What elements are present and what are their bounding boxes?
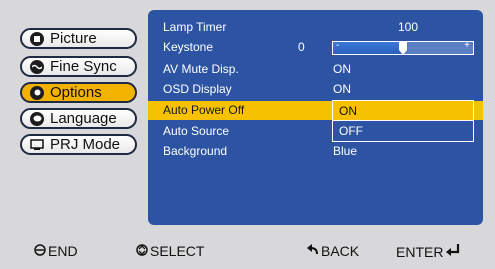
slider-plus-label: + — [464, 40, 470, 51]
end-icon — [34, 243, 46, 259]
hint-select: SELECT — [136, 243, 204, 259]
tab-picture-label: Picture — [50, 30, 97, 47]
background-value: Blue — [333, 144, 358, 158]
row-auto-source[interactable]: Auto Source — [148, 122, 483, 141]
hint-back: BACK — [307, 243, 359, 259]
tab-picture[interactable]: Picture — [20, 28, 137, 49]
picture-icon — [30, 31, 44, 46]
options-icon — [30, 85, 44, 100]
back-arrow-icon — [307, 243, 319, 259]
hint-enter-label: ENTER — [396, 243, 444, 260]
tab-language[interactable]: Language — [20, 108, 137, 129]
osd-menu-frame: Picture Fine Sync Options Language PRJ M… — [0, 0, 495, 269]
slider-thumb[interactable] — [399, 41, 407, 55]
keystone-slider[interactable]: - + — [332, 40, 474, 55]
row-background[interactable]: Background Blue — [148, 142, 483, 161]
hint-end-label: END — [48, 243, 78, 259]
hint-enter: ENTER — [396, 243, 460, 260]
auto-source-label: Auto Source — [163, 124, 230, 138]
lamp-timer-value: 100 — [398, 20, 419, 34]
auto-power-off-label: Auto Power Off — [163, 103, 245, 117]
osd-display-value: ON — [333, 82, 351, 96]
tab-options-label: Options — [50, 84, 102, 101]
enter-arrow-icon — [446, 243, 460, 260]
keystone-slider-fill — [333, 42, 403, 54]
tab-options[interactable]: Options — [20, 82, 137, 103]
select-icon — [136, 243, 148, 259]
row-osd-display[interactable]: OSD Display ON — [148, 80, 483, 99]
fine-sync-icon — [30, 59, 44, 74]
tab-prj-mode[interactable]: PRJ Mode — [20, 134, 137, 155]
hint-end: END — [34, 243, 78, 259]
background-label: Background — [163, 144, 228, 158]
tab-prj-mode-label: PRJ Mode — [50, 136, 121, 153]
language-icon — [30, 111, 44, 126]
tab-language-label: Language — [50, 110, 117, 127]
slider-minus-label: - — [336, 40, 340, 51]
osd-display-label: OSD Display — [163, 82, 232, 96]
keystone-value: 0 — [298, 40, 305, 54]
hint-back-label: BACK — [321, 243, 360, 259]
row-lamp-timer: Lamp Timer 100 — [148, 18, 483, 37]
hint-select-label: SELECT — [150, 243, 205, 259]
row-av-mute[interactable]: AV Mute Disp. ON — [148, 60, 483, 79]
tab-fine-sync-label: Fine Sync — [50, 58, 117, 75]
tab-fine-sync[interactable]: Fine Sync — [20, 56, 137, 77]
prj-mode-icon — [30, 138, 44, 152]
av-mute-label: AV Mute Disp. — [163, 62, 239, 76]
keystone-label: Keystone — [163, 40, 214, 54]
lamp-timer-label: Lamp Timer — [163, 20, 227, 34]
option-on[interactable]: ON — [333, 101, 473, 121]
av-mute-value: ON — [333, 62, 351, 76]
